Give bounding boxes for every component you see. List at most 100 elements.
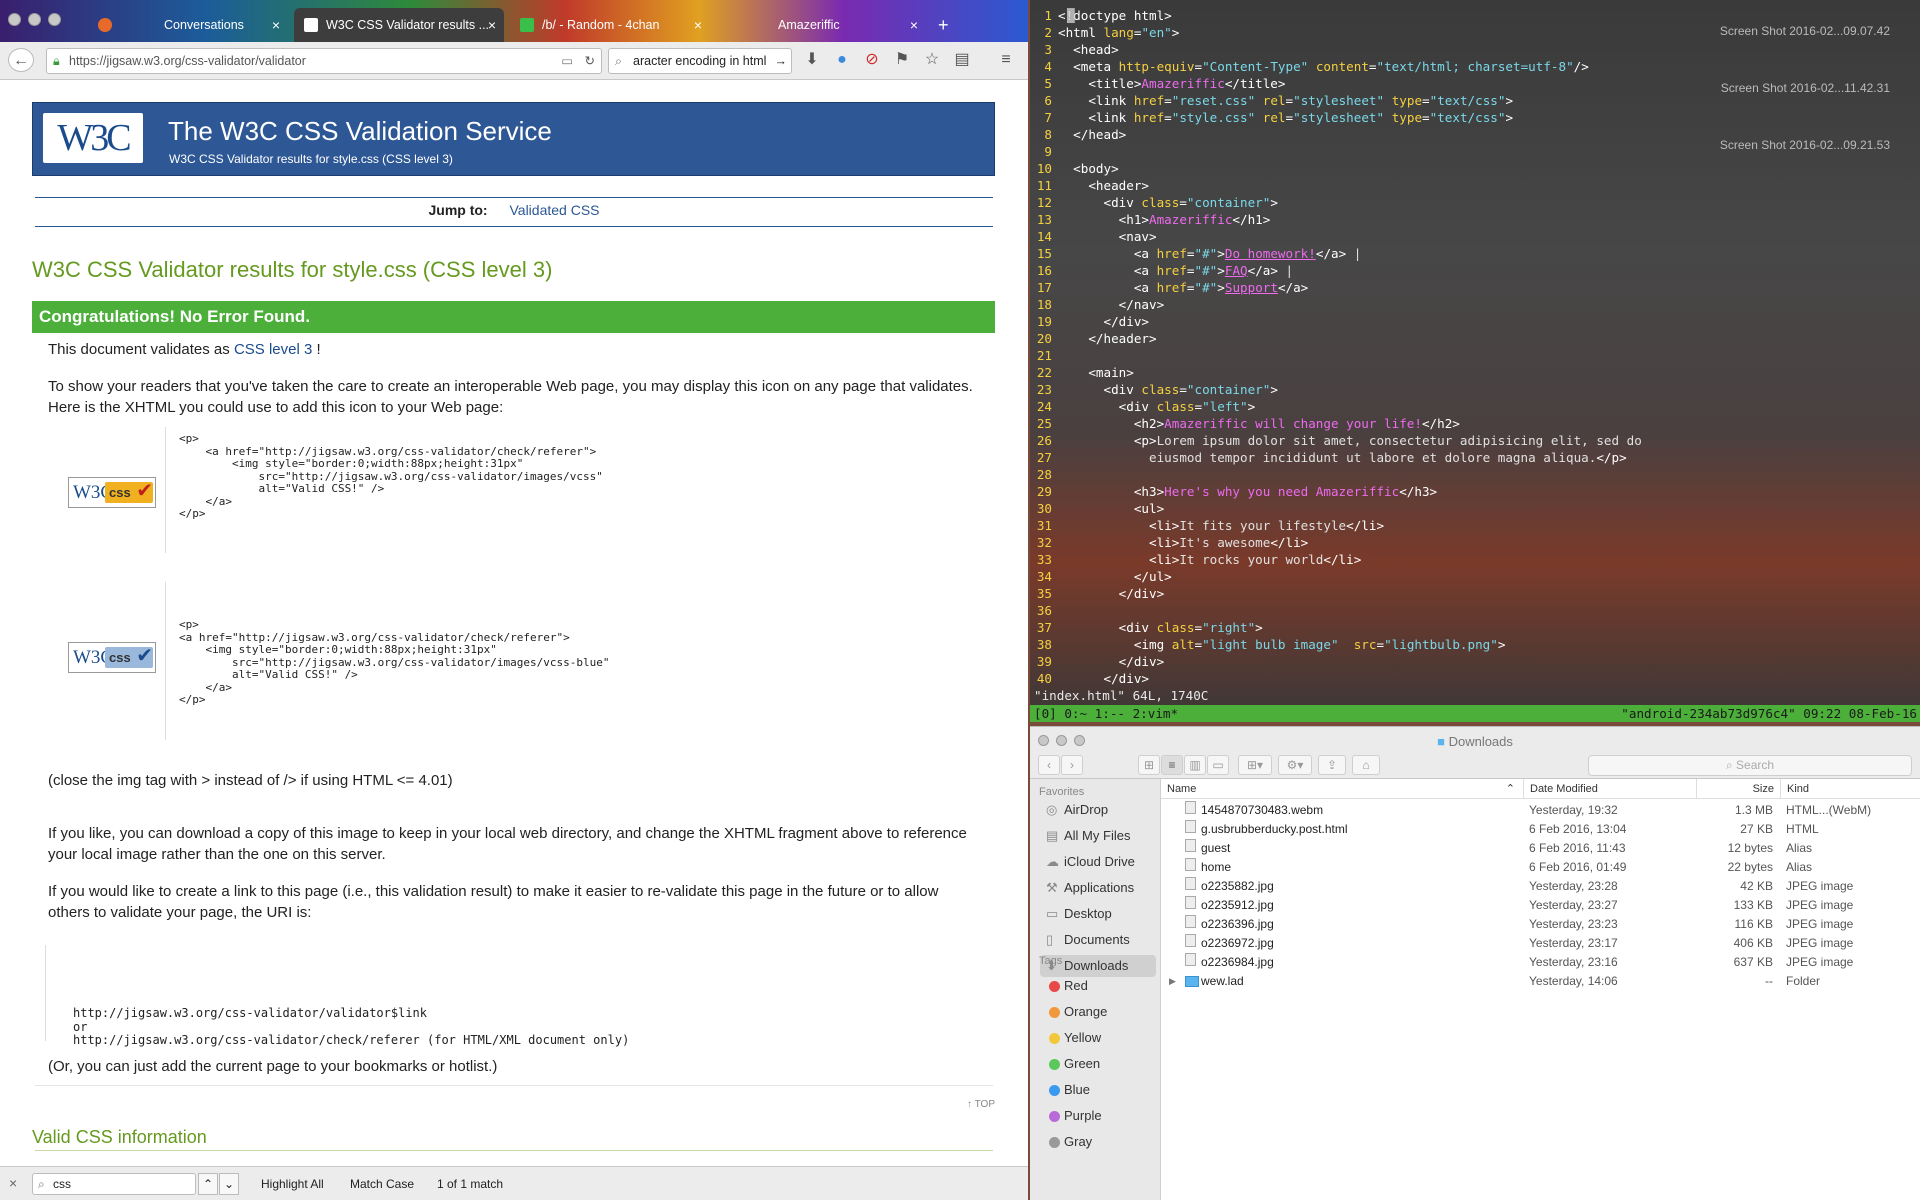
code-token: </div> <box>1058 586 1165 601</box>
back-to-top-link[interactable]: ↑ TOP <box>967 1099 995 1110</box>
file-row[interactable]: guest 6 Feb 2016, 11:43 12 bytes Alias <box>1161 839 1920 858</box>
close-tab-icon[interactable]: × <box>272 17 280 33</box>
search-go-icon[interactable]: → <box>775 49 788 73</box>
validated-css-link[interactable]: Validated CSS <box>509 202 599 218</box>
tab-w3c-validator[interactable]: W3C CSS Validator results ... × <box>294 8 504 42</box>
tag-gray[interactable]: Gray <box>1040 1131 1156 1153</box>
tag-orange[interactable]: Orange <box>1040 1001 1156 1023</box>
file-row[interactable]: o2236396.jpg Yesterday, 23:23 116 KB JPEG i… <box>1161 915 1920 934</box>
back-icon[interactable]: ‹ <box>1038 755 1060 775</box>
minimize-window-button[interactable] <box>28 13 41 26</box>
disclosure-triangle-icon[interactable]: ▶ <box>1169 972 1176 991</box>
code-token: </div> <box>1058 671 1149 686</box>
code-line: 6 <link href="reset.css" rel="stylesheet… <box>1030 92 1920 109</box>
column-date-modified[interactable]: Date Modified <box>1523 779 1696 799</box>
file-row[interactable]: home 6 Feb 2016, 01:49 22 bytes Alias <box>1161 858 1920 877</box>
line-number: 25 <box>1036 416 1052 431</box>
highlight-all-button[interactable]: Highlight All <box>261 1177 324 1191</box>
close-tab-icon[interactable]: × <box>488 17 496 33</box>
file-row[interactable]: 1454870730483.webm Yesterday, 19:32 1.3 MB… <box>1161 801 1920 820</box>
code-token: = <box>1179 382 1187 397</box>
close-find-icon[interactable]: × <box>9 1175 17 1191</box>
sidebar-item-airdrop[interactable]: ◎ AirDrop <box>1040 799 1156 821</box>
file-kind: Alias <box>1786 841 1813 855</box>
tag-icon[interactable]: ⌂ <box>1352 755 1380 775</box>
column-kind[interactable]: Kind <box>1780 779 1920 799</box>
back-icon[interactable]: ← <box>8 48 34 72</box>
file-row[interactable]: ▶ wew.lad Yesterday, 14:06 -- Folder <box>1161 972 1920 991</box>
tag-red[interactable]: Red <box>1040 975 1156 997</box>
line-number: 36 <box>1036 603 1052 618</box>
tag-purple[interactable]: Purple <box>1040 1105 1156 1127</box>
column-view-icon[interactable]: ▥ <box>1184 755 1206 775</box>
file-row[interactable]: o2235882.jpg Yesterday, 23:28 42 KB JPEG im… <box>1161 877 1920 896</box>
code-token: > <box>1270 382 1278 397</box>
download-icon[interactable]: ⬇ <box>802 48 822 72</box>
file-row[interactable]: o2236984.jpg Yesterday, 23:16 637 KB JPEG i… <box>1161 953 1920 972</box>
banner-subtitle: W3C CSS Validator results for style.css … <box>169 152 453 166</box>
code-token: </header> <box>1058 331 1157 346</box>
adblock-icon[interactable]: ⊘ <box>862 48 882 72</box>
tag-green[interactable]: Green <box>1040 1053 1156 1075</box>
line-number: 22 <box>1036 365 1052 380</box>
share-icon[interactable]: ⇪ <box>1318 755 1346 775</box>
tab-conversations[interactable]: Conversations × <box>88 8 288 42</box>
code-line: 30 <ul> <box>1030 500 1920 517</box>
css-level-3-link[interactable]: CSS level 3 <box>234 341 312 358</box>
cover-flow-icon[interactable]: ▭ <box>1207 755 1229 775</box>
vim-buffer[interactable]: 1 <!doctype html> █ 2 <html lang="en"> 3 <hea… <box>1030 7 1920 687</box>
file-row[interactable]: o2235912.jpg Yesterday, 23:27 133 KB JPEG i… <box>1161 896 1920 915</box>
find-previous-icon[interactable]: ⌃ <box>198 1173 218 1195</box>
sidebar-item-desktop[interactable]: ▭ Desktop <box>1040 903 1156 925</box>
reload-icon[interactable]: ↻ <box>585 49 595 73</box>
line-number: 18 <box>1036 297 1052 312</box>
search-bar[interactable]: ⌕ aracter encoding in html → <box>608 48 792 74</box>
tag-yellow[interactable]: Yellow <box>1040 1027 1156 1049</box>
url-bar[interactable]: 🔒︎ https://jigsaw.w3.org/css-validator/v… <box>46 48 602 74</box>
match-case-button[interactable]: Match Case <box>350 1177 414 1191</box>
file-row[interactable]: g.usbrubberducky.post.html 6 Feb 2016, 13… <box>1161 820 1920 839</box>
code-line: 37 <div class="right"> <box>1030 619 1920 636</box>
file-size: 12 bytes <box>1727 841 1773 855</box>
column-name[interactable]: Name ⌃ <box>1161 779 1523 799</box>
valid-css-badge[interactable]: W3C css ✔ <box>68 477 156 508</box>
tab-4chan[interactable]: /b/ - Random - 4chan × <box>510 8 710 42</box>
flag-icon[interactable]: ⚑ <box>892 48 912 72</box>
line-number: 40 <box>1036 671 1052 686</box>
tag-blue[interactable]: Blue <box>1040 1079 1156 1101</box>
new-tab-button[interactable]: + <box>928 8 958 42</box>
valid-css-blue-badge[interactable]: W3C css ✔ <box>68 642 156 673</box>
arrange-icon[interactable]: ⊞▾ <box>1238 755 1272 775</box>
code-line: 40 </div> <box>1030 670 1920 687</box>
code-token: </head> <box>1058 127 1127 142</box>
bookmark-star-icon[interactable]: ☆ <box>922 48 942 72</box>
close-window-button[interactable] <box>8 13 21 26</box>
account-icon[interactable]: ● <box>832 48 852 72</box>
action-gear-icon[interactable]: ⚙▾ <box>1278 755 1312 775</box>
icon-view-icon[interactable]: ⊞ <box>1138 755 1160 775</box>
sidebar-item-documents[interactable]: ▯ Documents <box>1040 929 1156 951</box>
bookmarks-list-icon[interactable]: ▤ <box>952 48 972 72</box>
tab-amazeriffic[interactable]: Amazeriffic × <box>716 8 926 42</box>
code-token: "light bulb image" <box>1202 637 1339 652</box>
code-line: 15 <a href="#">Do homework!</a> | <box>1030 245 1920 262</box>
finder-search-input[interactable]: ⌕ Search <box>1588 755 1912 776</box>
sidebar-item-icloud-drive[interactable]: ☁ iCloud Drive <box>1040 851 1156 873</box>
sidebar-item-all-my-files[interactable]: ▤ All My Files <box>1040 825 1156 847</box>
column-size[interactable]: Size <box>1696 779 1780 799</box>
forward-icon[interactable]: › <box>1061 755 1083 775</box>
code-line: 38 <img alt="light bulb image" src="ligh… <box>1030 636 1920 653</box>
find-next-icon[interactable]: ⌄ <box>219 1173 239 1195</box>
sidebar-item-applications[interactable]: ⚒ Applications <box>1040 877 1156 899</box>
w3c-logo[interactable]: W3C <box>43 113 143 163</box>
close-tab-icon[interactable]: × <box>910 17 918 33</box>
menu-icon[interactable]: ≡ <box>996 48 1016 72</box>
terminal-window[interactable]: Screen Shot 2016-02...09.07.42 Screen Sh… <box>1030 0 1920 722</box>
file-row[interactable]: o2236972.jpg Yesterday, 23:17 406 KB JPEG i… <box>1161 934 1920 953</box>
list-view-icon[interactable]: ≡ <box>1161 755 1183 775</box>
reader-view-icon[interactable]: ▭ <box>561 49 573 73</box>
tmux-windows[interactable]: [0] 0:~ 1:-- 2:vim* <box>1034 706 1178 721</box>
zoom-window-button[interactable] <box>48 13 61 26</box>
find-input[interactable]: ⌕ css <box>32 1173 196 1195</box>
close-tab-icon[interactable]: × <box>694 17 702 33</box>
